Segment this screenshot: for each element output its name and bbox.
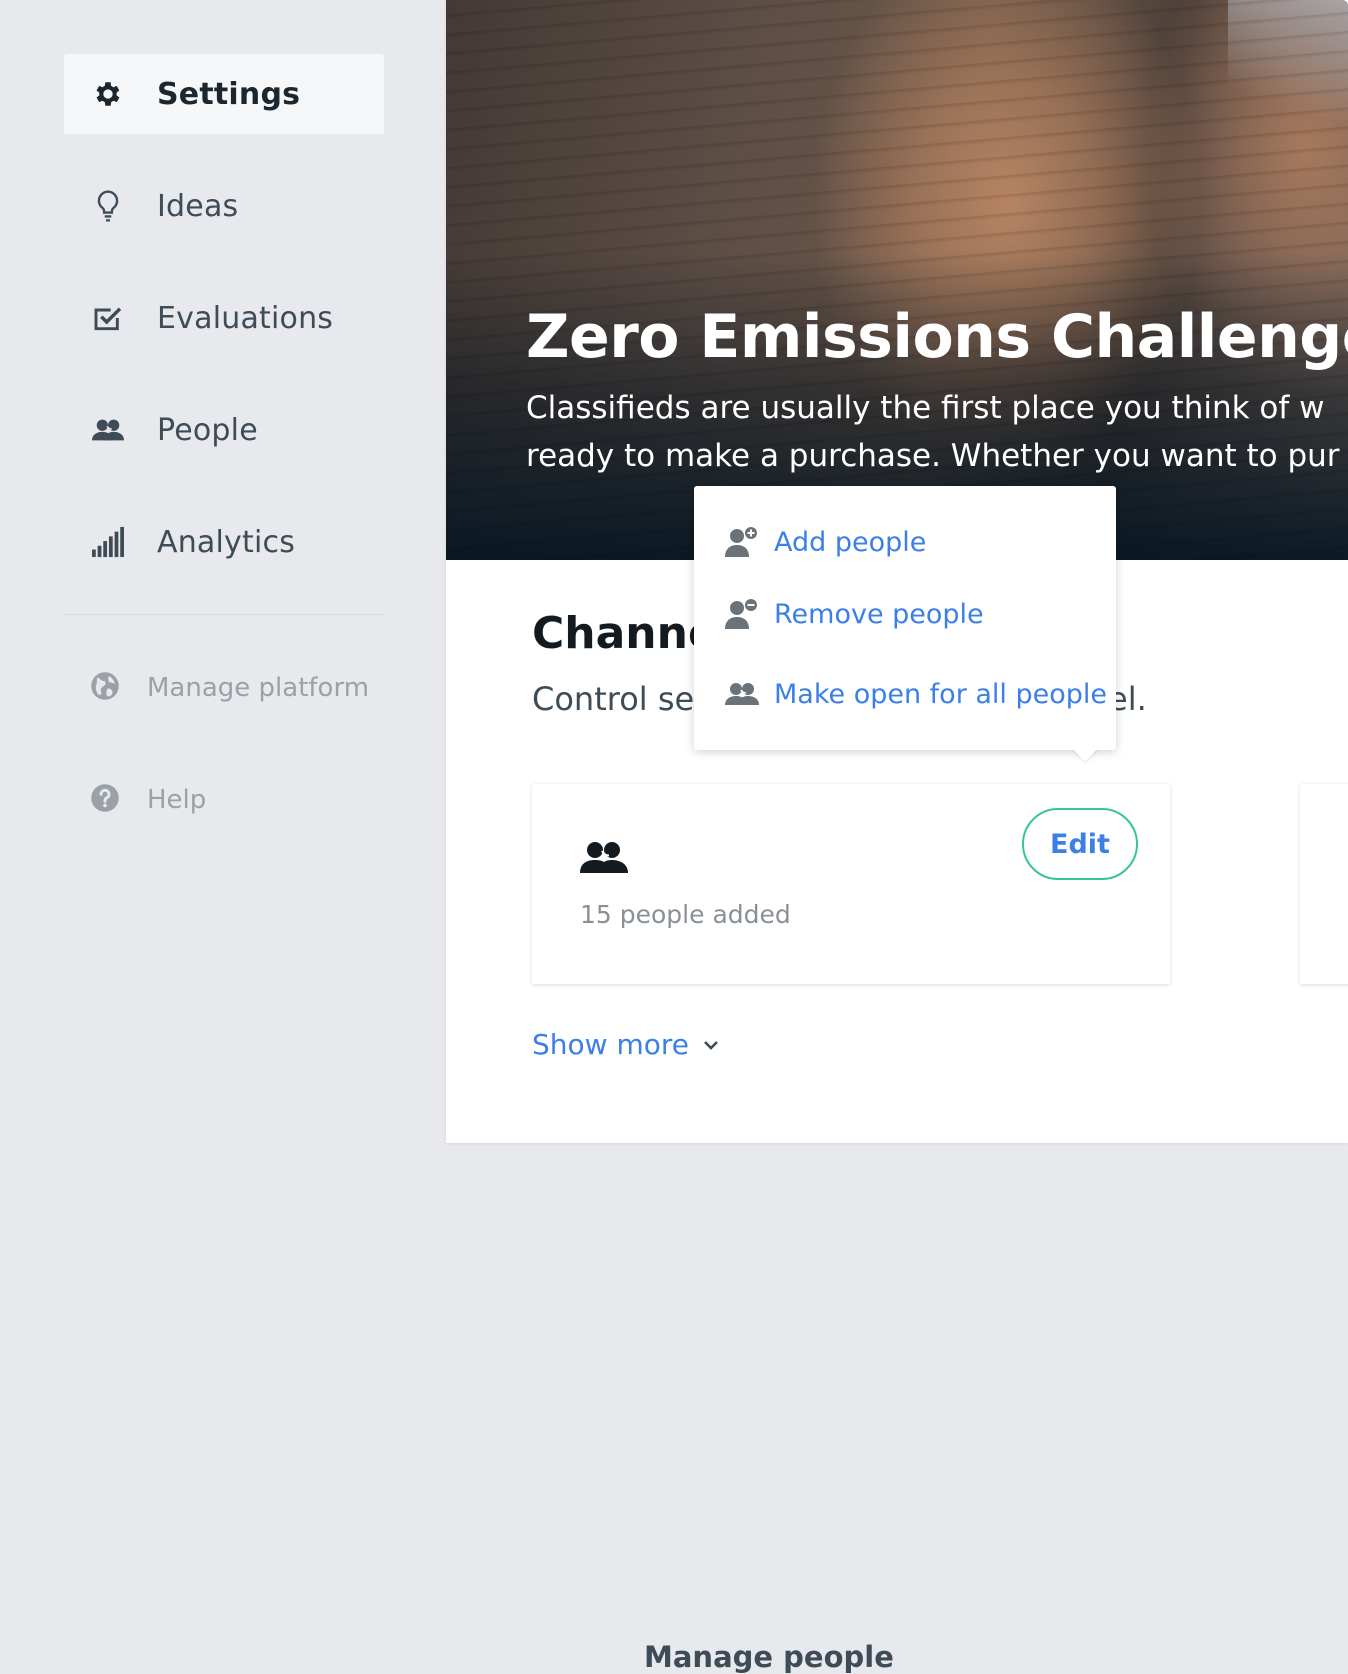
edit-button[interactable]: Edit: [1022, 808, 1138, 880]
people-icon: [580, 840, 628, 878]
signal-bars-icon: [92, 526, 124, 558]
people-icon: [92, 414, 124, 446]
help-circle-icon: [90, 783, 120, 817]
people-count: 15 people added: [580, 900, 791, 929]
sidebar-item-help[interactable]: Help: [64, 770, 384, 830]
next-card: [1300, 784, 1348, 984]
card-title: Manage people: [644, 1640, 894, 1674]
show-more-link[interactable]: Show more: [532, 1028, 719, 1061]
menu-item-add-people[interactable]: Add people: [724, 526, 926, 558]
show-more-label: Show more: [532, 1028, 689, 1061]
dropdown-pointer: [1072, 748, 1098, 762]
sidebar-item-label: Analytics: [157, 524, 296, 560]
sidebar-item-label: Ideas: [157, 188, 239, 224]
person-remove-icon: [724, 598, 760, 630]
section-subtitle: Control se: [532, 680, 695, 718]
menu-item-label: Remove people: [774, 598, 984, 630]
lightbulb-icon: [92, 190, 124, 222]
sidebar-item-ideas[interactable]: Ideas: [64, 166, 384, 246]
menu-item-label: Add people: [774, 526, 927, 558]
challenge-description-line: Classifieds are usually the first place …: [526, 390, 1325, 426]
edit-people-dropdown: Add people Remove people Make open for a…: [694, 486, 1116, 762]
sidebar-item-evaluations[interactable]: Evaluations: [64, 278, 384, 358]
sidebar-item-label: Help: [147, 785, 207, 815]
sidebar-item-label: Settings: [157, 76, 301, 112]
globe-icon: [90, 671, 120, 705]
challenge-description-line: ready to make a purchase. Whether you wa…: [526, 438, 1340, 474]
section-title: Channe: [532, 608, 718, 659]
sidebar-item-label: Manage platform: [147, 673, 370, 703]
challenge-title: Zero Emissions Challenge: [526, 302, 1348, 372]
manage-people-card: Manage people 15 people added Edit: [532, 784, 1170, 1674]
people-icon: [724, 678, 760, 710]
hero-banner: Zero Emissions Challenge Classifieds are…: [446, 0, 1348, 560]
sidebar-item-label: Evaluations: [157, 300, 334, 336]
sidebar-item-label: People: [157, 412, 258, 448]
sidebar-item-settings[interactable]: Settings: [64, 54, 384, 134]
menu-item-remove-people[interactable]: Remove people: [724, 598, 984, 630]
menu-item-make-open[interactable]: Make open for all people: [724, 678, 1107, 710]
gear-icon: [92, 78, 124, 110]
sidebar-divider: [64, 614, 384, 615]
person-add-icon: [724, 526, 760, 558]
sidebar: Settings Ideas Evaluations People Analyt…: [0, 0, 446, 1220]
sidebar-item-manage-platform[interactable]: Manage platform: [64, 658, 384, 718]
challenge-description: Classifieds are usually the first place …: [526, 384, 1348, 480]
checkbox-icon: [92, 302, 124, 334]
chevron-down-icon: [703, 1039, 719, 1051]
menu-item-label: Make open for all people: [774, 678, 1108, 710]
sidebar-item-people[interactable]: People: [64, 390, 384, 470]
sidebar-item-analytics[interactable]: Analytics: [64, 502, 384, 582]
